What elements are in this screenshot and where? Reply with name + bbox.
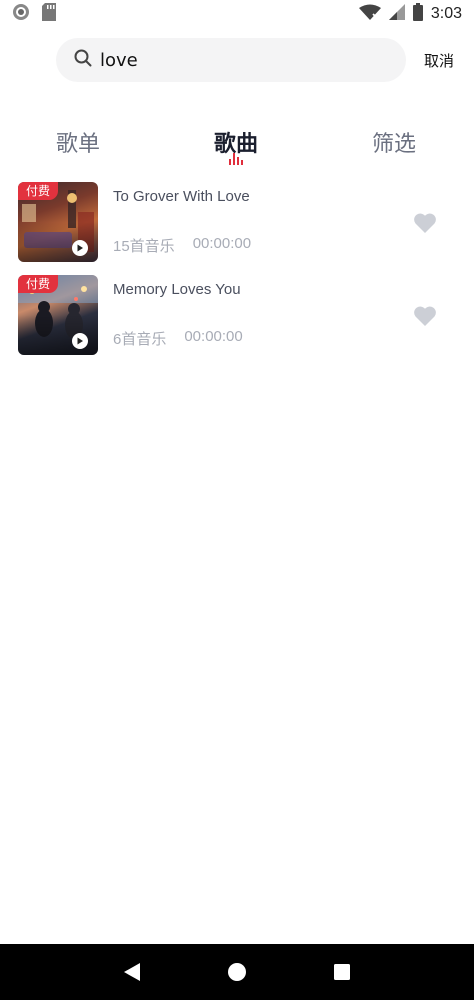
search-icon <box>74 49 92 71</box>
tab-filter[interactable]: 筛选 <box>372 126 416 158</box>
cellular-icon <box>388 4 405 24</box>
search-input[interactable] <box>100 49 380 71</box>
cover-image[interactable]: 付费 <box>18 275 98 355</box>
home-icon[interactable] <box>217 952 257 992</box>
heart-icon[interactable] <box>413 305 437 327</box>
track-count: 6首音乐 <box>113 331 167 348</box>
song-duration: 00:00:00 <box>192 235 252 252</box>
tab-active-indicator-icon <box>229 153 245 165</box>
system-nav-bar <box>0 944 474 1000</box>
paid-badge: 付费 <box>18 275 59 293</box>
record-icon <box>12 3 30 25</box>
search-box[interactable] <box>56 38 406 82</box>
wifi-icon <box>358 4 381 24</box>
battery-icon <box>412 3 423 25</box>
list-item[interactable]: 付费 To Grover With Love 15首音乐 00:00:00 <box>0 182 474 275</box>
recents-icon[interactable] <box>322 952 362 992</box>
status-left <box>12 3 56 25</box>
cancel-button[interactable]: 取消 <box>424 50 454 71</box>
song-list: 付费 To Grover With Love 15首音乐 00:00:00 付费… <box>0 182 474 368</box>
song-duration: 00:00:00 <box>184 328 243 345</box>
tab-playlists[interactable]: 歌单 <box>56 126 100 158</box>
tab-bar: 歌单 歌曲 筛选 <box>0 126 474 172</box>
list-item[interactable]: 付费 Memory Loves You 6首音乐 00:00:00 <box>0 275 474 368</box>
search-row: 取消 <box>0 38 474 84</box>
song-meta: 6首音乐 00:00:00 <box>113 328 243 349</box>
paid-badge: 付费 <box>18 182 59 200</box>
status-bar: 3:03 <box>0 0 474 28</box>
status-time: 3:03 <box>430 5 462 22</box>
play-icon[interactable] <box>72 240 88 256</box>
song-title: To Grover With Love <box>113 188 250 205</box>
status-right: 3:03 <box>358 3 462 25</box>
back-icon[interactable] <box>112 952 152 992</box>
song-meta: 15首音乐 00:00:00 <box>113 235 251 256</box>
play-icon[interactable] <box>72 333 88 349</box>
heart-icon[interactable] <box>413 212 437 234</box>
song-title: Memory Loves You <box>113 281 241 298</box>
sd-card-icon <box>42 3 56 25</box>
cover-image[interactable]: 付费 <box>18 182 98 262</box>
track-count: 15首音乐 <box>113 238 175 255</box>
